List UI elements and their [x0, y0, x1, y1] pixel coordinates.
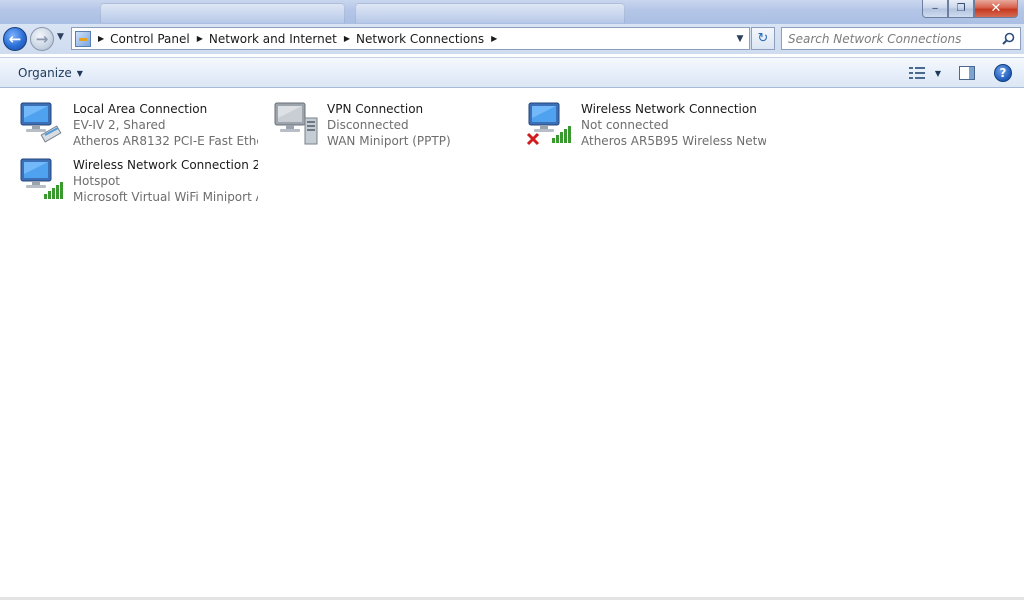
connection-name: VPN Connection: [327, 102, 424, 116]
command-bar: Organize ▼ ▼ ?: [0, 57, 1024, 88]
back-button[interactable]: ←: [3, 27, 27, 51]
recent-pages-dropdown[interactable]: ▼: [57, 32, 64, 42]
chevron-down-icon: ▼: [76, 68, 83, 78]
refresh-button[interactable]: ↻: [751, 27, 775, 50]
breadcrumb-network-connections[interactable]: Network Connections: [356, 32, 484, 46]
wired-network-icon: [20, 102, 62, 143]
breadcrumb-control-panel[interactable]: Control Panel: [110, 32, 190, 46]
vpn-disconnected-icon: [274, 102, 318, 145]
close-button[interactable]: ✕: [974, 0, 1018, 18]
search-box: [781, 27, 1021, 50]
background-tab-ghost: [355, 3, 625, 23]
connection-name: Wireless Network Connection 2: [73, 158, 258, 172]
wireless-signal-icon: [20, 158, 63, 199]
chevron-right-icon[interactable]: ▶: [344, 34, 350, 43]
connection-name: Wireless Network Connection: [581, 102, 757, 116]
change-view-button[interactable]: ▼: [908, 63, 941, 83]
connection-status: Hotspot: [73, 174, 120, 188]
connection-status: EV-IV 2, Shared: [73, 118, 166, 132]
breadcrumb-network-and-internet[interactable]: Network and Internet: [209, 32, 337, 46]
connection-item-local-area[interactable]: Local Area Connection EV-IV 2, Shared At…: [2, 94, 258, 148]
chevron-right-icon[interactable]: ▶: [98, 34, 104, 43]
command-bar-right: ▼ ?: [908, 63, 1012, 83]
wireless-not-connected-icon: [526, 102, 571, 146]
chevron-right-icon[interactable]: ▶: [197, 34, 203, 43]
connection-device: Microsoft Virtual WiFi Miniport A...: [73, 190, 258, 204]
views-icon: [908, 66, 925, 80]
organize-label: Organize: [18, 66, 72, 80]
control-panel-icon: [75, 30, 91, 47]
chevron-right-icon[interactable]: ▶: [491, 34, 497, 43]
address-dropdown-button[interactable]: ▼: [731, 28, 749, 49]
connection-device: Atheros AR5B95 Wireless Network...: [581, 134, 766, 148]
search-icon[interactable]: [1002, 32, 1015, 45]
connection-item-wireless-2[interactable]: Wireless Network Connection 2 Hotspot Mi…: [2, 150, 258, 204]
restore-button[interactable]: ❐: [948, 0, 974, 18]
connection-item-wireless[interactable]: Wireless Network Connection Not connecte…: [510, 94, 766, 148]
address-row: ← → ▼ ▶ Control Panel ▶ Network and Inte…: [0, 24, 1024, 54]
address-bar[interactable]: ▶ Control Panel ▶ Network and Internet ▶…: [71, 27, 750, 50]
chevron-down-icon[interactable]: ▼: [935, 69, 941, 78]
forward-button[interactable]: →: [30, 27, 54, 51]
help-button[interactable]: ?: [994, 64, 1012, 82]
connection-status: Disconnected: [327, 118, 409, 132]
background-tab-ghost: [100, 3, 345, 23]
organize-button[interactable]: Organize ▼: [12, 64, 89, 82]
window-controls: ‒ ❐ ✕: [922, 0, 1018, 18]
preview-pane-button[interactable]: [959, 66, 975, 80]
connection-status: Not connected: [581, 118, 669, 132]
connection-item-vpn[interactable]: VPN Connection Disconnected WAN Miniport…: [256, 94, 510, 148]
minimize-button[interactable]: ‒: [922, 0, 948, 18]
connection-name: Local Area Connection: [73, 102, 208, 116]
connections-list: Local Area Connection EV-IV 2, Shared At…: [0, 89, 1024, 600]
connection-device: WAN Miniport (PPTP): [327, 134, 451, 148]
search-input[interactable]: [788, 28, 998, 49]
title-bar: ‒ ❐ ✕: [0, 0, 1024, 24]
connection-device: Atheros AR8132 PCI-E Fast Ethern...: [73, 134, 258, 148]
